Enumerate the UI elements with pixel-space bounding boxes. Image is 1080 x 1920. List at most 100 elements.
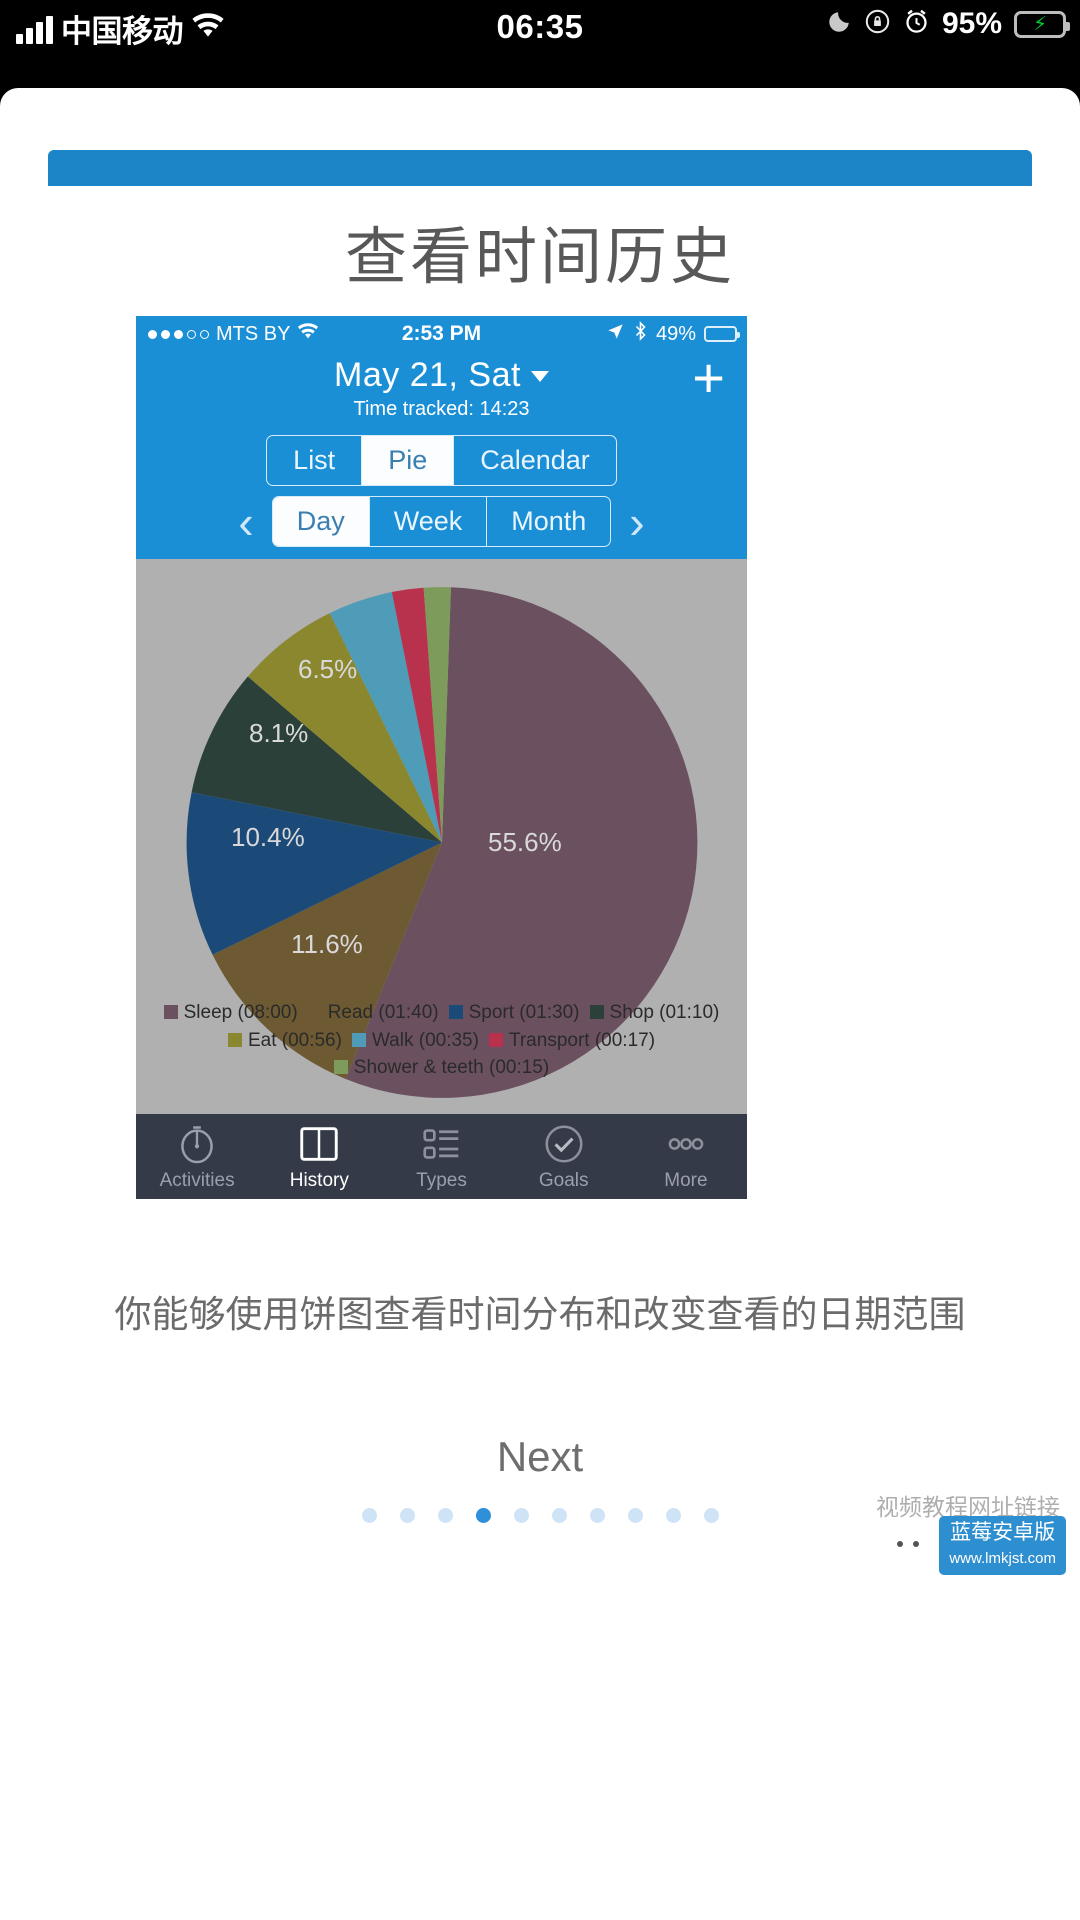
tab-goals[interactable]: Goals (503, 1114, 625, 1199)
legend-item: Sleep (08:00) (163, 999, 298, 1027)
legend-item: Walk (00:35) (351, 1027, 479, 1055)
segment-month[interactable]: Month (486, 497, 610, 546)
tab-label-history: History (289, 1170, 349, 1191)
app-screenshot: MTS BY 2:53 PM 49% May 21, Sat Time trac… (136, 316, 747, 1199)
page-dot[interactable] (703, 1508, 719, 1523)
segment-calendar[interactable]: Calendar (453, 436, 616, 485)
legend-label: Sport (01:30) (468, 1002, 580, 1024)
pie-label-eat: 6.5% (298, 654, 358, 684)
pie-label-sport: 10.4% (231, 822, 305, 852)
bluetooth-icon (633, 321, 648, 347)
chevron-down-icon (530, 371, 549, 382)
legend-label: Shower & teeth (00:15) (353, 1057, 550, 1079)
legend-swatch (307, 1005, 322, 1020)
page-dot[interactable] (399, 1508, 415, 1523)
legend-item: Read (01:40) (307, 999, 439, 1027)
segment-pie[interactable]: Pie (361, 436, 454, 485)
tab-activities[interactable]: Activities (136, 1114, 258, 1199)
pie-label-read: 11.6% (291, 929, 363, 959)
system-status-bar: 中国移动 06:35 95% ⚡ (0, 0, 1080, 60)
next-button[interactable]: Next (0, 1433, 1080, 1481)
legend-swatch (448, 1005, 463, 1020)
page-dot[interactable] (665, 1508, 681, 1523)
segment-week[interactable]: Week (368, 497, 487, 546)
list-icon (419, 1121, 465, 1167)
legend-swatch (333, 1060, 348, 1075)
legend-swatch (589, 1005, 604, 1020)
check-circle-icon (541, 1121, 587, 1167)
rotation-lock-icon (864, 8, 891, 40)
alarm-icon (903, 8, 930, 40)
battery-percent-label: 95% (941, 7, 1002, 40)
ios-battery-percent: 49% (655, 322, 696, 345)
watermark-badge: 蓝莓安卓版 www.lmkjst.com (939, 1516, 1066, 1576)
page-title: 查看时间历史 (344, 223, 735, 292)
tab-label-goals: Goals (538, 1170, 589, 1191)
legend-item: Shop (01:10) (589, 999, 720, 1027)
legend-item: Shower & teeth (00:15) (333, 1054, 550, 1082)
tab-more[interactable]: More (625, 1114, 747, 1199)
legend-swatch (351, 1032, 366, 1047)
legend-item: Sport (01:30) (448, 999, 580, 1027)
date-label: May 21, Sat (334, 356, 521, 394)
location-arrow-icon (606, 322, 625, 347)
legend-label: Transport (00:17) (508, 1029, 656, 1051)
pie-label-shop: 8.1% (249, 718, 309, 748)
page-dot[interactable] (437, 1508, 453, 1523)
watermark-badge-title: 蓝莓安卓版 (950, 1521, 1056, 1544)
date-header: May 21, Sat Time tracked: 14:23 + (136, 350, 747, 429)
legend-label: Walk (00:35) (371, 1029, 479, 1051)
legend-label: Eat (00:56) (247, 1029, 342, 1051)
chat-icon (885, 1527, 932, 1564)
chevron-left-icon[interactable]: ‹ (238, 499, 253, 545)
watermark-url: www.lmkjst.com (949, 1550, 1056, 1568)
page-dot[interactable] (589, 1508, 605, 1523)
screen-root: 中国移动 06:35 95% ⚡ 查看时间历史 MTS BY 2:53 PM 4… (0, 0, 1080, 1920)
chevron-right-icon[interactable]: › (629, 499, 644, 545)
top-blue-strip (48, 150, 1032, 186)
tab-label-types: Types (416, 1170, 467, 1191)
book-icon (296, 1121, 342, 1167)
page-dot[interactable] (361, 1508, 377, 1523)
legend-row: Sleep (08:00) Read (01:40) Sport (01:30) Sh… (136, 999, 747, 1027)
segment-list[interactable]: List (267, 436, 361, 485)
page-dot[interactable] (627, 1508, 643, 1523)
legend-label: Read (01:40) (327, 1002, 439, 1024)
pie-legend: Sleep (08:00) Read (01:40) Sport (01:30) Sh… (136, 999, 747, 1082)
legend-swatch (488, 1032, 503, 1047)
battery-icon (704, 326, 740, 342)
legend-label: Shop (01:10) (609, 1002, 720, 1024)
view-segmented-control: List Pie Calendar (136, 429, 747, 496)
tab-types[interactable]: Types (380, 1114, 502, 1199)
page-dot[interactable] (551, 1508, 567, 1523)
moon-icon (826, 8, 852, 41)
range-control-row: ‹ Day Week Month › (136, 496, 747, 559)
pie-chart-area: 55.6% 11.6% 10.4% 8.1% 6.5% Sleep (08:00… (136, 559, 747, 1098)
date-selector[interactable]: May 21, Sat (136, 356, 747, 395)
tab-history[interactable]: History (258, 1114, 380, 1199)
legend-row: Shower & teeth (00:15) (136, 1054, 747, 1082)
status-right-group: 95% ⚡ (826, 7, 1070, 41)
time-tracked-label: Time tracked: 14:23 (353, 398, 530, 420)
page-dot[interactable] (513, 1508, 529, 1523)
legend-item: Transport (00:17) (488, 1027, 656, 1055)
tab-label-activities: Activities (159, 1170, 235, 1191)
stopwatch-icon (174, 1121, 220, 1167)
page-caption: 你能够使用饼图查看时间分布和改变查看的日期范围 (114, 1294, 966, 1335)
battery-charging-icon: ⚡ (1014, 10, 1070, 38)
legend-swatch (163, 1005, 178, 1020)
watermark-group: 蓝莓安卓版 www.lmkjst.com (885, 1516, 1066, 1576)
legend-label: Sleep (08:00) (183, 1002, 298, 1024)
legend-row: Eat (00:56) Walk (00:35) Transport (00:17) (136, 1027, 747, 1055)
page-dot[interactable] (475, 1508, 491, 1523)
bottom-tab-bar: Activities History Types Goals More (136, 1114, 747, 1199)
app-header: MTS BY 2:53 PM 49% May 21, Sat Time trac… (136, 316, 747, 559)
segment-day[interactable]: Day (272, 497, 369, 546)
ios-status-bar: MTS BY 2:53 PM 49% (136, 316, 747, 352)
legend-item: Eat (00:56) (227, 1027, 342, 1055)
content-card: 查看时间历史 MTS BY 2:53 PM 49% May 21, Sat Ti… (0, 88, 1080, 1920)
tab-label-more: More (664, 1170, 708, 1191)
add-activity-button[interactable]: + (692, 350, 725, 406)
ellipsis-icon (663, 1121, 709, 1167)
pie-label-sleep: 55.6% (488, 827, 562, 857)
